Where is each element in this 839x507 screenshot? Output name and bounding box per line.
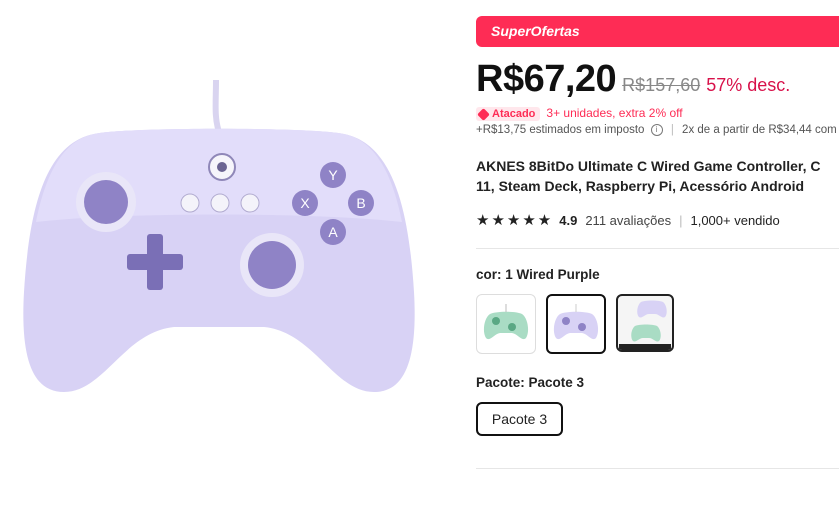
original-price: R$157,60 [622, 75, 701, 95]
svg-text:A: A [328, 224, 338, 240]
current-price: R$67,20 [476, 58, 617, 100]
super-offers-banner: SuperOfertas [476, 16, 839, 47]
price-row: R$67,20 R$157,60 57% desc. [476, 58, 790, 101]
purple-controller-thumbnail [553, 304, 599, 340]
sold-count: 1,000+ vendido [690, 212, 780, 228]
color-label: cor: 1 Wired Purple [476, 267, 600, 282]
svg-text:X: X [300, 195, 310, 211]
product-title: AKNES 8BitDo Ultimate C Wired Game Contr… [476, 158, 821, 194]
discount-label: 57% desc. [706, 75, 791, 95]
tax-estimate: +R$13,75 estimados em imposto [476, 124, 645, 137]
combo-controller-thumbnail [619, 300, 671, 350]
wholesale-row: Atacado 3+ unidades, extra 2% off [476, 106, 683, 121]
wholesale-text: 3+ unidades, extra 2% off [546, 106, 683, 120]
divider [476, 468, 839, 469]
tax-row: +R$13,75 estimados em imposto i | 2x de … [476, 124, 837, 136]
rating-value: 4.9 [559, 212, 578, 228]
info-icon[interactable]: i [650, 124, 663, 136]
package-label: Pacote: Pacote 3 [476, 375, 585, 390]
color-swatches [476, 294, 684, 354]
green-controller-thumbnail [483, 304, 529, 340]
tag-icon [477, 107, 490, 121]
product-image: Y X B A [23, 79, 415, 392]
package-option-button[interactable]: Pacote 3 [476, 402, 563, 436]
divider [476, 248, 839, 249]
product-info-panel: SuperOfertas R$67,20 R$157,60 57% desc. At… [476, 0, 839, 507]
rating-row: ★★★★★ 4.9 211 avaliações | 1,000+ vendid… [476, 211, 780, 229]
svg-text:Y: Y [328, 167, 338, 183]
svg-text:B: B [356, 195, 365, 211]
separator: | [679, 212, 683, 228]
wholesale-tag: Atacado [476, 107, 541, 121]
installments-text: 2x de a partir de R$34,44 com [682, 124, 837, 137]
reviews-link[interactable]: 211 avaliações [585, 213, 671, 228]
star-rating-icon: ★★★★★ [476, 212, 554, 229]
separator: | [670, 124, 674, 137]
swatch-purple[interactable] [546, 294, 606, 354]
swatch-green[interactable] [476, 294, 536, 354]
swatch-combo[interactable] [616, 294, 674, 352]
